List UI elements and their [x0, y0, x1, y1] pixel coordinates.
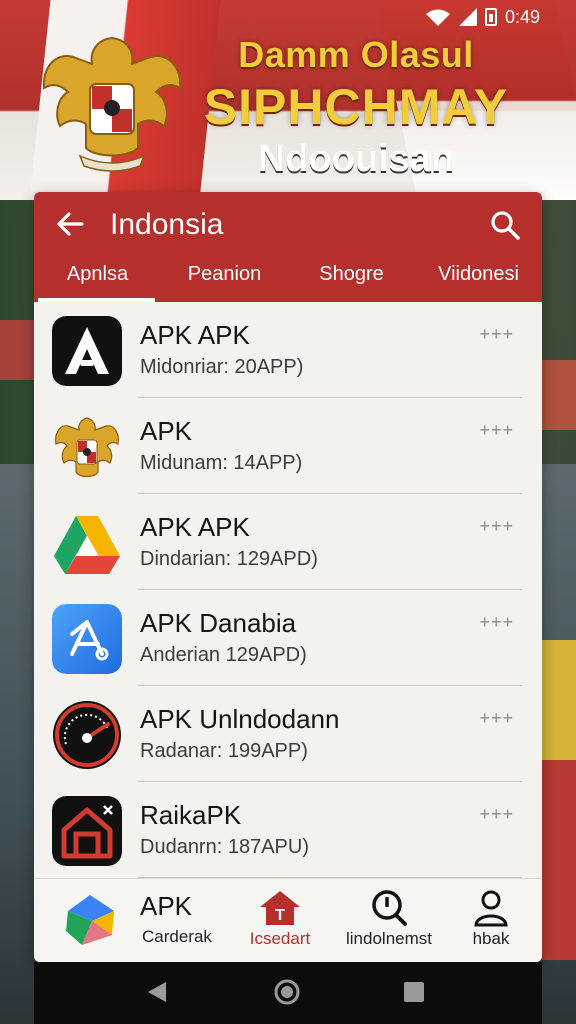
profile-icon: [474, 890, 508, 927]
banner-headline: Damm Olasul SIPHCHMAY Ndoouisan: [176, 34, 536, 181]
banner-line-2: SIPHCHMAY: [203, 79, 509, 135]
app-subtitle: Dindarian: 129APD): [140, 548, 318, 570]
app-name: APK: [140, 416, 193, 446]
status-time: 0:49: [504, 6, 540, 27]
svg-text:T: T: [275, 907, 285, 924]
red-house-icon: [52, 796, 122, 866]
nav-label-lindolnemst: lindolnemst: [346, 929, 432, 948]
more-options-button[interactable]: +++: [479, 612, 514, 633]
tab-peanion[interactable]: Peanion: [161, 246, 288, 302]
app-card: Indonsia Apnlsa Peanion Shogre Viidonesi…: [34, 192, 542, 962]
page-title: Indonsia: [110, 208, 224, 241]
app-name: APK Danabia: [140, 608, 297, 638]
banner-line-3: Ndoouisan: [257, 138, 455, 180]
list-item[interactable]: APK APK Dindarian: 129APD) +++: [34, 494, 542, 590]
background-roof-right: [542, 360, 576, 430]
more-options-button[interactable]: +++: [479, 516, 514, 537]
home-circle-icon[interactable]: [274, 979, 300, 1005]
speedometer-icon: [52, 700, 122, 770]
system-navigation-bar: [34, 962, 542, 1024]
tab-apnlsa[interactable]: Apnlsa: [34, 246, 161, 302]
nav-label-icsedart: Icsedart: [249, 929, 311, 948]
bottom-navigation: APK Carderak T Icsedart lindolnemst hbak: [34, 878, 542, 962]
list-item[interactable]: APK Unlndodann Radanar: 199APP) +++: [34, 686, 542, 782]
app-subtitle: Midonriar: 20APP): [140, 356, 304, 378]
nav-label-hbak: hbak: [472, 929, 510, 948]
list-item[interactable]: APK Midunam: 14APP) +++: [34, 398, 542, 494]
recents-square-icon[interactable]: [402, 980, 426, 1004]
tab-bar: Apnlsa Peanion Shogre Viidonesi: [34, 246, 542, 302]
more-options-button[interactable]: +++: [479, 708, 514, 729]
app-name: RaikaPK: [140, 800, 242, 830]
nav-label-carderak: Carderak: [142, 927, 212, 946]
app-name: APK Unlndodann: [140, 704, 340, 734]
tab-viidonesi[interactable]: Viidonesi: [415, 246, 542, 302]
background-red-stripe: [542, 760, 576, 960]
nav-item-lindolnemst[interactable]: lindolnemst: [334, 879, 444, 962]
nav-apk-title: APK: [140, 891, 193, 921]
app-name: APK APK: [140, 512, 250, 542]
app-name: APK APK: [140, 320, 250, 350]
search-icon: [372, 890, 407, 926]
garuda-emblem-icon: [52, 412, 122, 482]
list-item[interactable]: RaikaPK Dudanrn: 187APU) +++: [34, 782, 542, 878]
banner-line-1: Damm Olasul: [238, 34, 474, 75]
home-icon: T: [260, 891, 300, 925]
nav-item-hbak[interactable]: hbak: [454, 879, 528, 962]
wifi-icon: [425, 9, 450, 26]
status-bar: 0:49: [425, 6, 540, 28]
list-item[interactable]: APK Danabia Anderian 129APD) +++: [34, 590, 542, 686]
more-options-button[interactable]: +++: [479, 324, 514, 345]
battery-icon: [484, 8, 497, 26]
more-options-button[interactable]: +++: [479, 804, 514, 825]
app-subtitle: Dudanrn: 187APU): [140, 836, 309, 858]
garuda-emblem-icon: [42, 36, 182, 172]
list-item[interactable]: APK APK Midonriar: 20APP) +++: [34, 302, 542, 398]
app-list: APK APK Midonriar: 20APP) +++ APK Miduna…: [34, 302, 542, 878]
app-subtitle: Radanar: 199APP): [140, 740, 308, 762]
triangle-drive-icon: [52, 508, 122, 578]
app-bar: Indonsia Apnlsa Peanion Shogre Viidonesi: [34, 192, 542, 302]
tab-shogre[interactable]: Shogre: [288, 246, 415, 302]
flag-banner: Damm Olasul SIPHCHMAY Ndoouisan 0:49: [0, 0, 576, 200]
background-yellow-stripe: [542, 640, 576, 760]
letter-a-icon: [52, 316, 122, 386]
blue-share-icon: [52, 604, 122, 674]
nav-item-icsedart[interactable]: T Icsedart: [230, 879, 330, 962]
nav-item-apk[interactable]: APK Carderak: [60, 879, 212, 962]
back-arrow-icon[interactable]: [56, 210, 84, 238]
app-subtitle: Midunam: 14APP): [140, 452, 303, 474]
apk-logo-icon: [66, 895, 114, 945]
back-triangle-icon[interactable]: [146, 980, 168, 1004]
app-subtitle: Anderian 129APD): [140, 644, 307, 666]
signal-icon: [458, 8, 477, 26]
search-icon[interactable]: [490, 210, 520, 240]
more-options-button[interactable]: +++: [479, 420, 514, 441]
background-roof-left: [0, 320, 34, 380]
